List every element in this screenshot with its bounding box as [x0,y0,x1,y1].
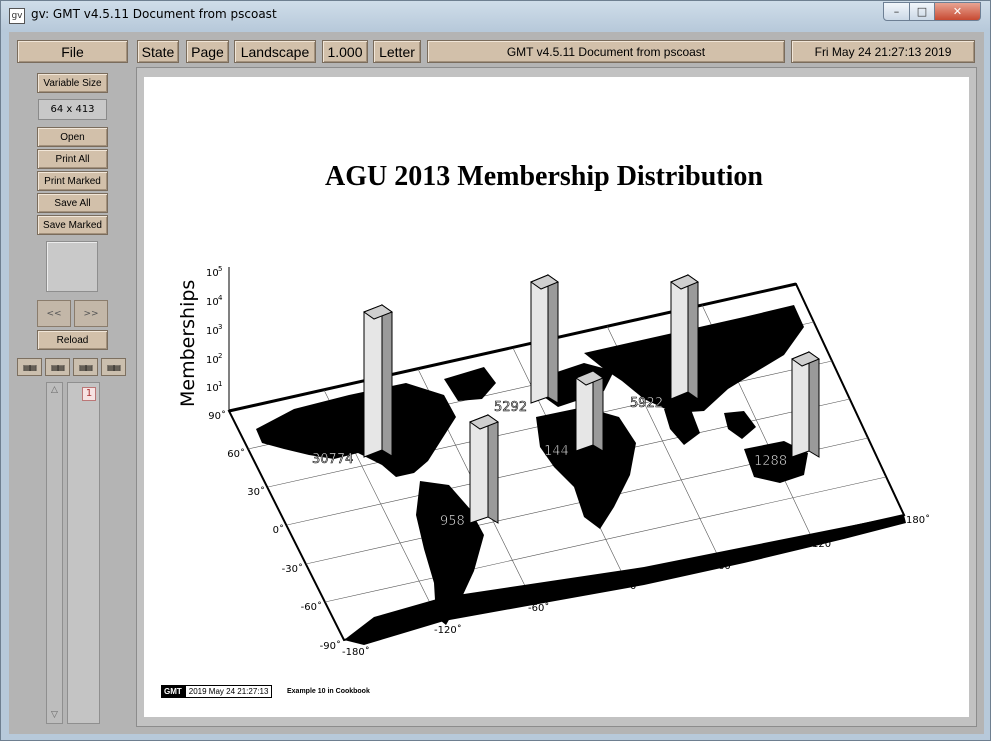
svg-text:10: 10 [206,326,219,337]
svg-text:2: 2 [218,352,222,360]
svg-text:60˚: 60˚ [227,448,245,460]
bar-africa [574,370,605,452]
svg-text:180˚: 180˚ [906,514,930,526]
svg-text:3: 3 [218,323,222,331]
state-menu-button[interactable]: State [137,40,179,63]
toggle-odd-pages-button[interactable]: ▤▤ [73,358,98,376]
document-page: AGU 2013 Membership Distribution 30774 9… [144,77,969,717]
print-marked-button[interactable]: Print Marked [37,171,108,191]
print-all-button[interactable]: Print All [37,149,108,169]
bar-south-america [468,414,500,524]
z-axis-ticks: 10 1 10 2 10 3 10 4 10 5 [206,265,223,394]
maximize-button[interactable]: □ [909,2,935,21]
gv-app-icon: gv [9,8,25,24]
reload-button[interactable]: Reload [37,330,108,350]
document-viewport[interactable]: AGU 2013 Membership Distribution 30774 9… [136,67,977,727]
svg-text:30˚: 30˚ [247,486,265,498]
minimize-button[interactable]: – [883,2,910,21]
application-window: gv gv: GMT v4.5.11 Document from pscoast… [0,0,991,741]
title-bar[interactable]: gv gv: GMT v4.5.11 Document from pscoast… [1,1,991,31]
gv-main-panel: File State Page Landscape 1.000 Letter G… [9,32,984,734]
svg-text:-60˚: -60˚ [301,601,322,613]
page-list-item[interactable]: 1 [82,387,96,401]
svg-text:-60˚: -60˚ [528,602,549,614]
page-list: 1 [67,382,100,724]
next-page-button[interactable]: >> [74,300,108,327]
bar-label-asia: 5922 [630,396,663,411]
variable-size-button[interactable]: Variable Size [37,73,108,93]
svg-text:90˚: 90˚ [208,410,226,422]
svg-text:-180˚: -180˚ [342,646,370,658]
gmt-timestamp: GMT 2019 May 24 21:27:13 [161,685,273,698]
toggle-current-page-button[interactable]: ▤▤ [17,358,42,376]
svg-text:60˚: 60˚ [718,560,736,572]
toggle-even-pages-button[interactable]: ▤▤ [45,358,70,376]
footer-caption: Example 10 in Cookbook [287,688,370,695]
svg-text:10: 10 [206,268,219,279]
unmark-all-pages-button[interactable]: ▤▤ [101,358,126,376]
page-menu-button[interactable]: Page [186,40,229,63]
magnification-button[interactable]: 1.000 [322,40,368,63]
svg-text:10: 10 [206,297,219,308]
document-title-button[interactable]: GMT v4.5.11 Document from pscoast [427,40,785,63]
svg-text:120˚: 120˚ [812,538,836,550]
media-button[interactable]: Letter [373,40,421,63]
svg-text:-120˚: -120˚ [434,624,462,636]
svg-text:10: 10 [206,383,219,394]
svg-text:10: 10 [206,355,219,366]
orientation-button[interactable]: Landscape [234,40,316,63]
bar-label-africa: 144 [544,444,569,459]
svg-text:0˚: 0˚ [630,580,641,592]
timestamp-text: 2019 May 24 21:27:13 [184,685,273,698]
open-button[interactable]: Open [37,127,108,147]
close-button[interactable]: ✕ [934,2,981,21]
perspective-world-map: 30774 958 5292 144 5922 1288 10 1 10 2 10 3… [177,265,930,658]
svg-text:5: 5 [218,265,222,273]
bar-label-north-america: 30774 [312,452,353,467]
previous-page-button[interactable]: << [37,300,71,327]
svg-text:-90˚: -90˚ [320,640,341,652]
svg-text:4: 4 [218,294,223,302]
bar-north-america [362,304,394,458]
file-menu-button[interactable]: File [17,40,128,63]
z-axis-label: Memberships [177,280,199,407]
bar-label-australia: 1288 [754,454,787,469]
page-size-readout: 64 x 413 [38,99,107,120]
bar-asia [669,274,700,400]
date-display: Fri May 24 21:27:13 2019 [791,40,975,63]
bar-label-south-america: 958 [440,514,465,529]
window-title: gv: GMT v4.5.11 Document from pscoast [31,7,277,21]
page-list-scrollbar[interactable]: △ ▽ [46,382,63,724]
bar-europe [529,274,560,404]
svg-text:0˚: 0˚ [273,524,284,536]
page-panner[interactable] [46,241,98,292]
scroll-down-arrow-icon[interactable]: ▽ [48,709,61,722]
svg-text:1: 1 [218,380,222,388]
gmt-logo: GMT [161,685,185,698]
scroll-up-arrow-icon[interactable]: △ [48,384,61,397]
bar-label-europe: 5292 [494,400,527,415]
save-marked-button[interactable]: Save Marked [37,215,108,235]
bar-australia [790,351,821,458]
save-all-button[interactable]: Save All [37,193,108,213]
svg-text:-30˚: -30˚ [282,563,303,575]
